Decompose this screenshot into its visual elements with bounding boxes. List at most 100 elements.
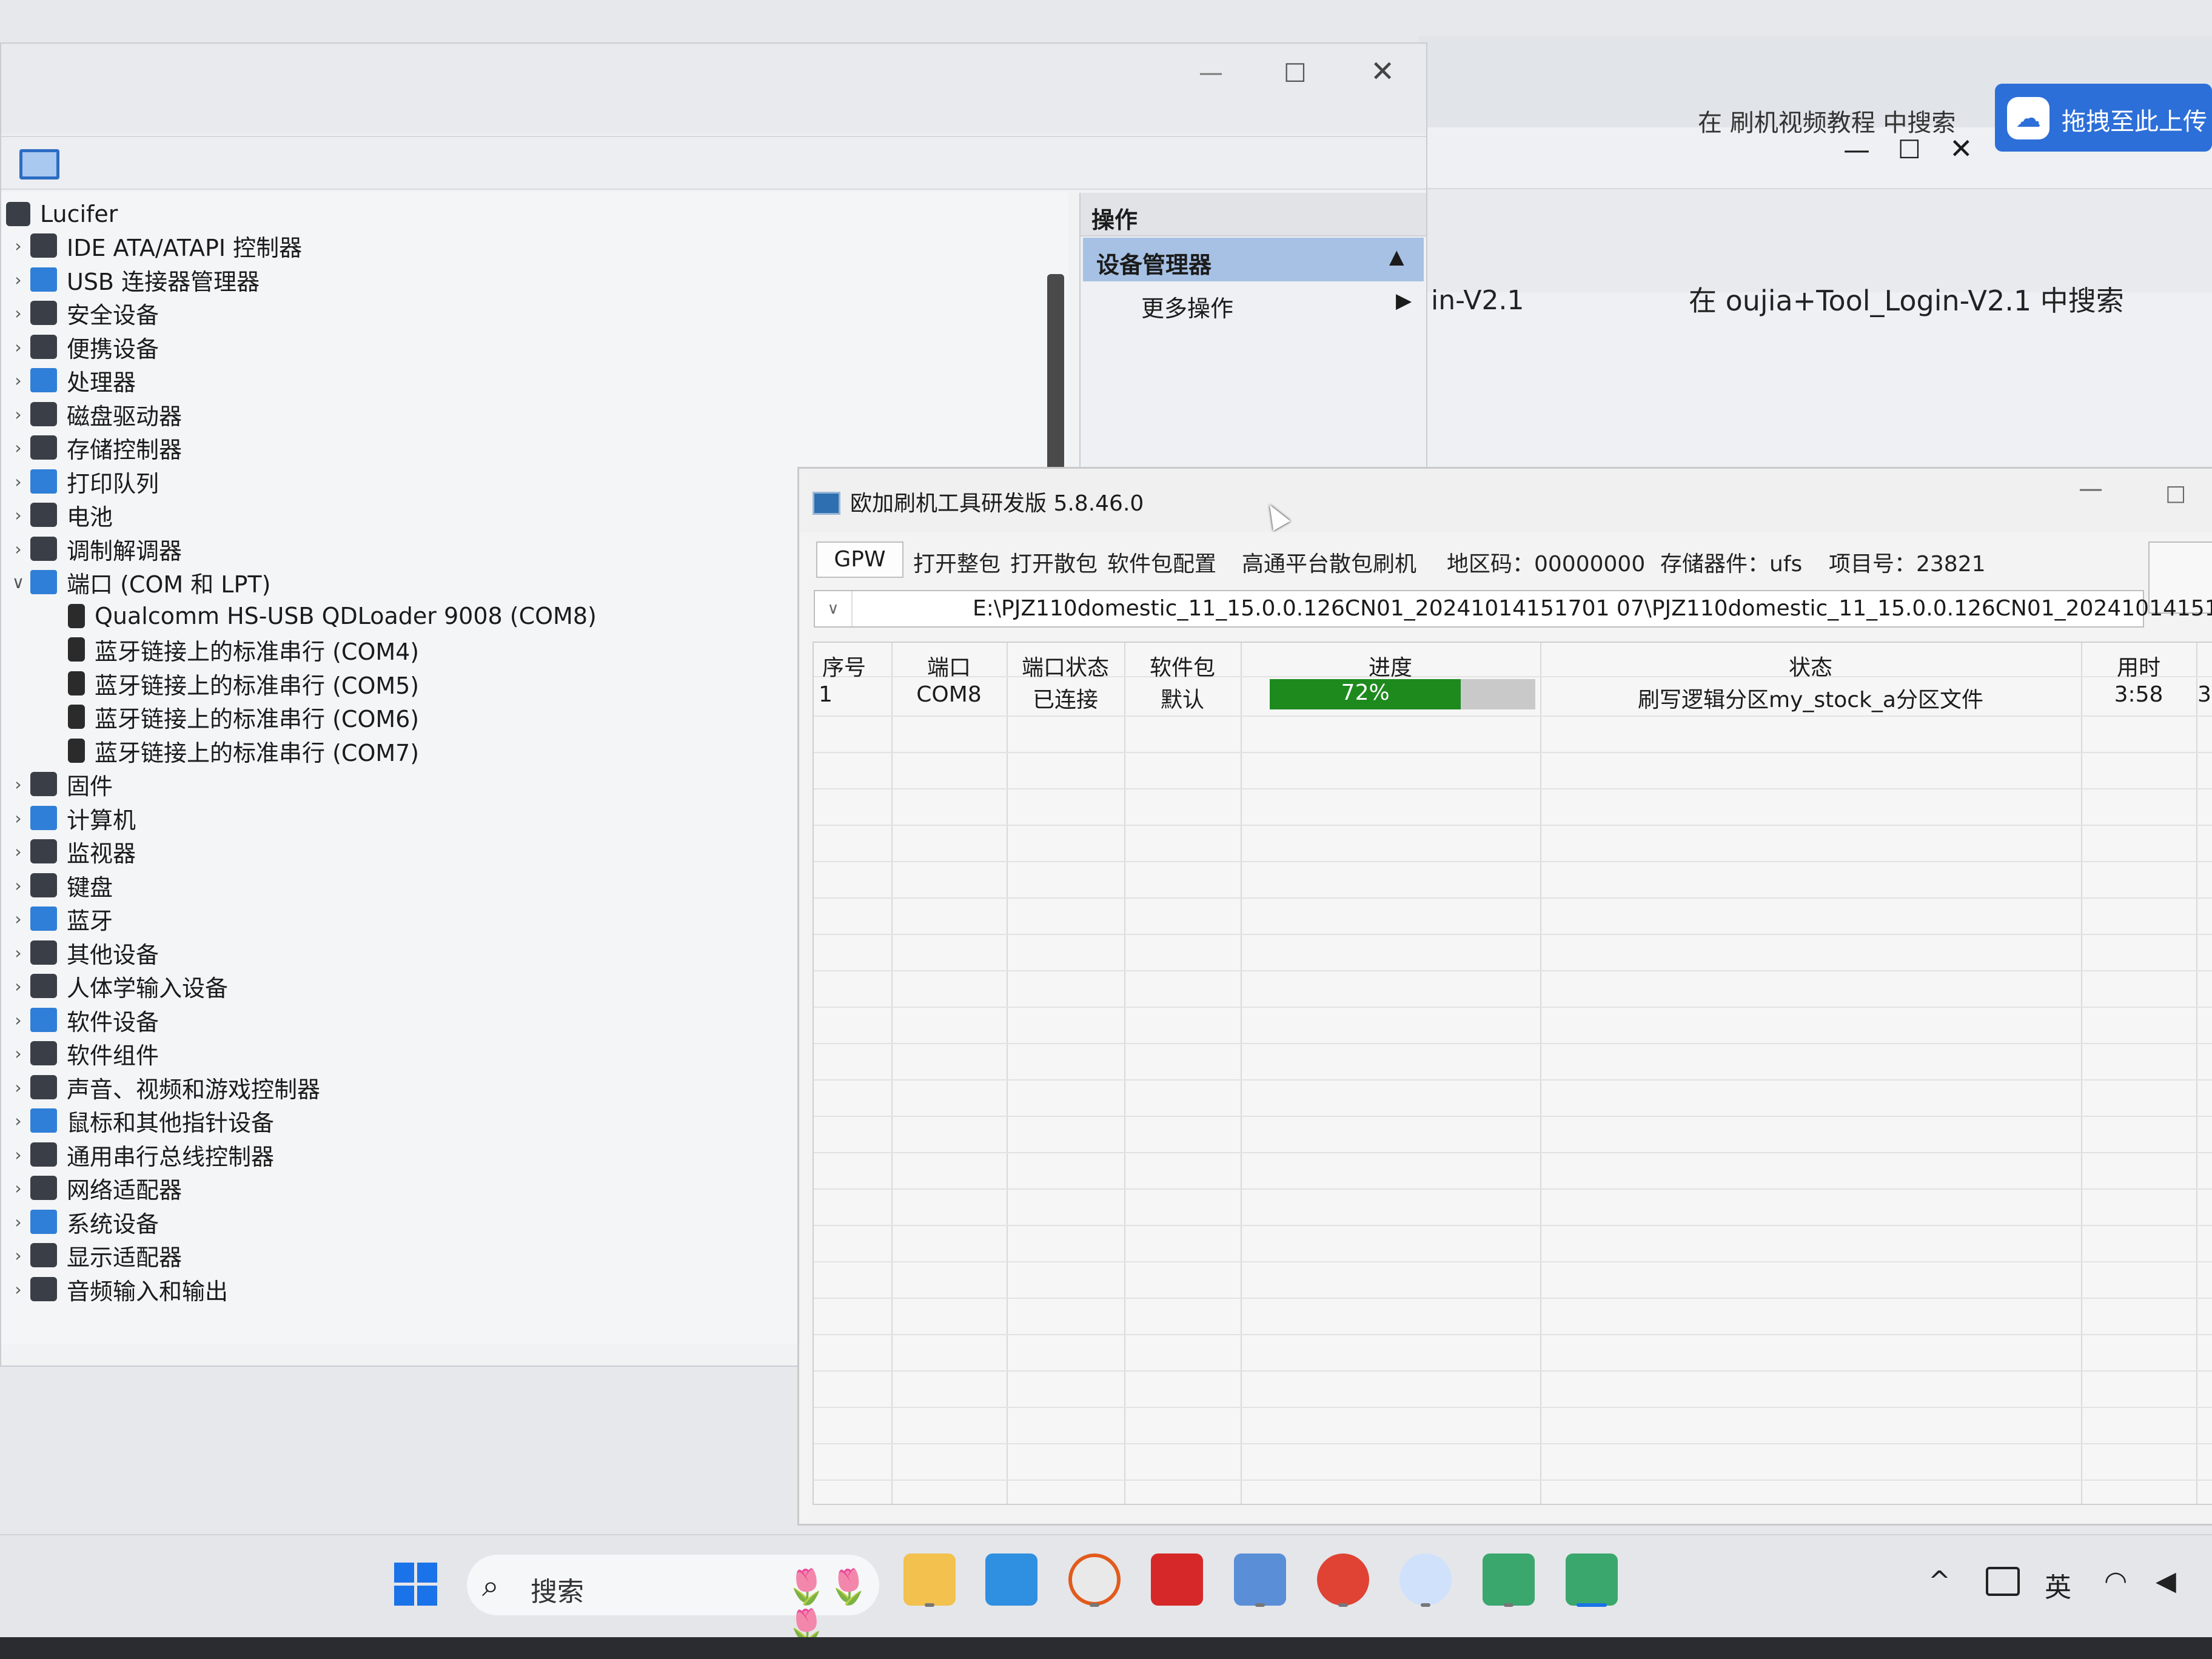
tree-category[interactable]: › 人体学输入设备 [6,970,228,1002]
chevron-right-icon[interactable]: › [6,270,30,290]
browser-maximize-button[interactable]: □ [1898,133,1921,161]
tree-port-item[interactable]: Qualcomm HS-USB QDLoader 9008 (COM8) [68,600,597,632]
chevron-right-icon[interactable]: › [6,472,30,492]
tree-category[interactable]: › 通用串行总线控制器 [6,1139,274,1170]
gpw-button[interactable]: GPW [816,541,903,578]
tree-category[interactable]: › 打印队列 [6,466,159,497]
chevron-right-icon[interactable]: › [6,1178,30,1198]
tree-category[interactable]: › USB 连接器管理器 [6,264,260,295]
search-tool-icon[interactable] [1068,1553,1121,1606]
tree-category[interactable]: › 计算机 [6,802,136,834]
chevron-right-icon[interactable]: › [6,943,30,963]
open-split-package-button[interactable]: 打开散包 [1010,546,1098,578]
wps-icon[interactable] [1151,1553,1203,1606]
open-full-package-button[interactable]: 打开整包 [913,546,1000,578]
chevron-right-icon[interactable]: › [6,876,30,896]
collapse-arrow-icon[interactable]: ▲ [1389,245,1404,268]
search-in-folder[interactable]: 在 oujia+Tool_Login-V2.1 中搜索 [1689,279,2124,319]
package-path-field[interactable]: ∨ E:\PJZ110domestic_11_15.0.0.126CN01_20… [814,590,2212,628]
tree-category[interactable]: › 安全设备 [6,297,159,329]
row-package: 默认 [1160,688,1204,712]
chevron-right-icon[interactable]: › [6,505,30,525]
actions-device-manager[interactable]: 设备管理器 ▲ [1083,238,1424,281]
tree-category[interactable]: › 网络适配器 [6,1172,182,1204]
chevron-right-icon[interactable]: › [6,1212,30,1232]
tree-category[interactable]: › 固件 [6,768,113,800]
tree-category[interactable]: › 其他设备 [6,937,159,968]
chevron-right-icon[interactable]: › [6,236,30,256]
cloud-drive-icon[interactable] [1399,1553,1452,1606]
browser-minimize-button[interactable]: — [1843,135,1870,166]
chevron-right-icon[interactable]: › [6,976,30,996]
tree-category[interactable]: › 存储控制器 [6,432,182,463]
flash-tool-taskbar-icon[interactable] [1483,1553,1535,1606]
chevron-right-icon[interactable]: › [6,1078,30,1098]
chevron-right-icon[interactable]: › [6,842,30,862]
more-actions-item[interactable]: 更多操作 [1141,290,1233,323]
wifi-icon[interactable]: ◠ [2104,1566,2127,1597]
tree-item-label: 音频输入和输出 [67,1278,229,1305]
tree-category[interactable]: › 声音、视频和游戏控制器 [6,1071,320,1103]
chevron-right-icon[interactable]: › [6,1111,30,1131]
tree-category[interactable]: › 音频输入和输出 [6,1273,228,1305]
tree-category[interactable]: › 监视器 [6,836,136,867]
chevron-right-icon[interactable]: › [6,808,30,828]
chevron-right-icon[interactable]: › [6,303,30,323]
tree-port-item[interactable]: 蓝牙链接上的标准串行 (COM6) [68,701,419,732]
package-config-button[interactable]: 软件包配置 [1107,546,1216,578]
tree-category[interactable]: › 便携设备 [6,331,159,363]
flash-maximize-button[interactable]: □ [2165,481,2186,506]
chevron-right-icon[interactable]: › [6,539,30,559]
chrome-icon[interactable] [1317,1553,1369,1606]
chevron-right-icon[interactable]: › [6,438,30,458]
taskbar-search[interactable]: ⌕ 搜索 🌷🌷🌷 [467,1555,879,1637]
chevron-right-icon[interactable]: › [6,774,30,794]
volume-icon[interactable]: ◀ [2156,1566,2176,1597]
monitor-icon[interactable] [19,149,59,179]
devmgr-maximize-button[interactable]: □ [1284,57,1307,85]
tree-category[interactable]: › 系统设备 [6,1206,159,1238]
tree-category[interactable]: › 键盘 [6,870,113,901]
tree-category[interactable]: › 软件组件 [6,1037,159,1069]
chevron-right-icon[interactable]: › [6,1145,30,1165]
upload-button[interactable]: ☁ 拖拽至此上传 [1995,84,2212,152]
devmgr-minimize-button[interactable]: — [1199,59,1223,87]
tree-category[interactable]: › 软件设备 [6,1004,159,1036]
start-button[interactable] [394,1563,438,1606]
flash-tool-active-icon[interactable] [1566,1553,1618,1606]
device-category-icon [68,637,85,662]
chevron-right-icon[interactable]: › [6,1010,30,1030]
tree-category[interactable]: › 鼠标和其他指针设备 [6,1105,274,1136]
tree-category[interactable]: › 显示适配器 [6,1239,182,1271]
tree-port-item[interactable]: 蓝牙链接上的标准串行 (COM7) [68,735,419,766]
chevron-right-icon[interactable]: › [6,404,30,424]
tray-chevron-icon[interactable]: ^ [1928,1566,1951,1597]
tray-window-icon[interactable] [1986,1567,2020,1596]
chevron-right-icon[interactable]: › [6,1245,30,1265]
chevron-right-icon[interactable]: › [6,370,30,390]
qualcomm-split-flash-button[interactable]: 高通平台散包刷机 [1242,546,1416,578]
tree-category[interactable]: › 调制解调器 [6,533,182,565]
flash-minimize-button[interactable]: — [2079,475,2103,503]
tree-category[interactable]: › IDE ATA/ATAPI 控制器 [6,230,302,261]
computer-icon[interactable] [1234,1553,1286,1606]
chevron-down-icon[interactable]: ∨ [6,572,30,592]
file-explorer-icon[interactable] [903,1553,956,1606]
chevron-down-icon[interactable]: ∨ [815,591,853,626]
chevron-right-icon[interactable]: › [6,909,30,929]
tree-port-item[interactable]: 蓝牙链接上的标准串行 (COM4) [68,634,419,665]
tree-port-item[interactable]: 蓝牙链接上的标准串行 (COM5) [68,668,419,699]
tree-category[interactable]: › 磁盘驱动器 [6,398,182,430]
tree-category[interactable]: › 蓝牙 [6,903,113,934]
tree-root[interactable]: Lucifer [1,198,118,230]
chevron-right-icon[interactable]: › [6,337,30,357]
mail-app-icon[interactable] [985,1553,1037,1606]
devmgr-close-button[interactable]: ✕ [1370,55,1395,89]
tree-category[interactable]: ∨ 端口 (COM 和 LPT) [6,566,270,598]
chevron-right-icon[interactable]: › [6,1044,30,1064]
chevron-right-icon[interactable]: › [6,1279,30,1299]
tree-category[interactable]: › 处理器 [6,364,136,396]
ime-indicator[interactable]: 英 [2045,1566,2071,1604]
tree-category[interactable]: › 电池 [6,499,113,531]
browser-close-button[interactable]: ✕ [1949,132,1973,165]
